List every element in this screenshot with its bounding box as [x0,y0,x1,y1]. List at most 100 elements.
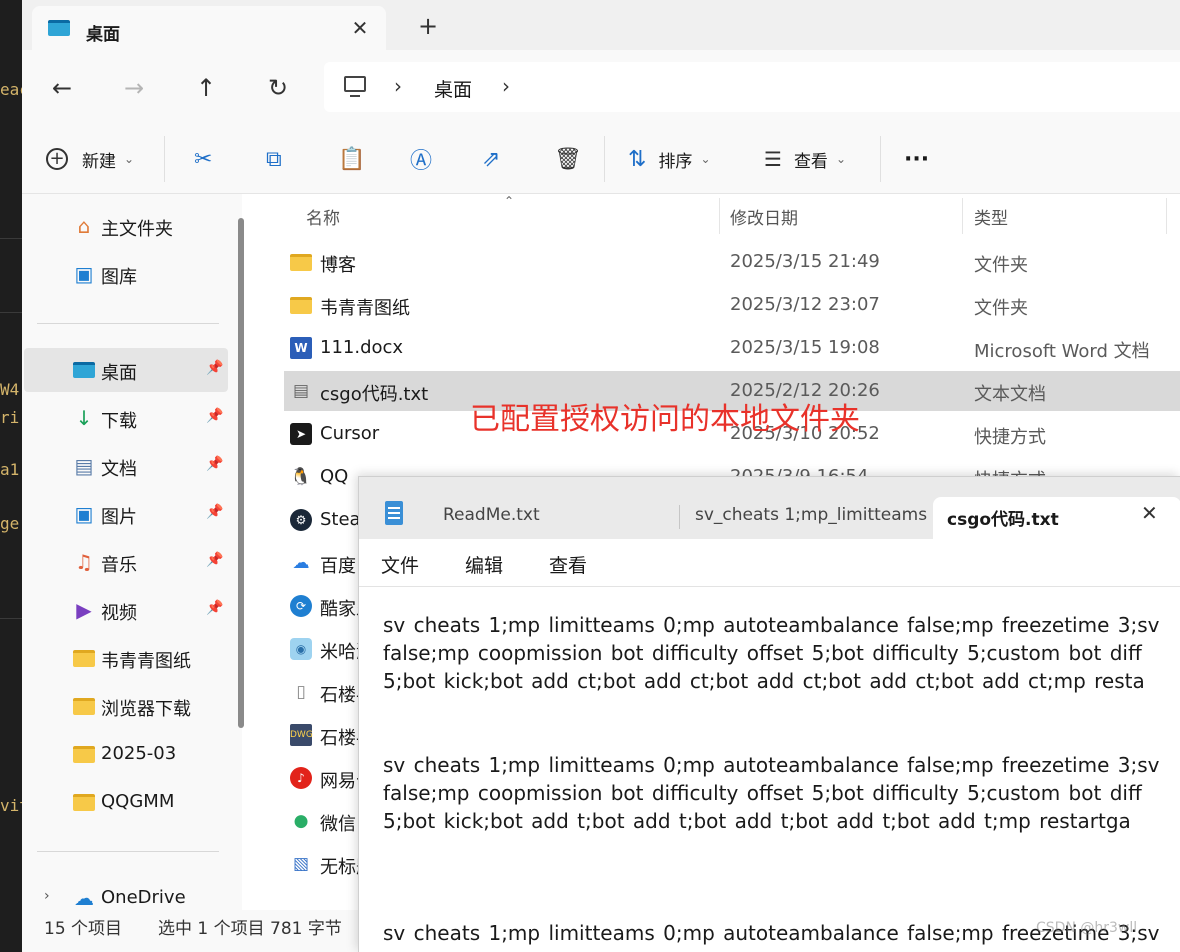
more-options-button[interactable]: ··· [904,144,929,174]
column-divider[interactable] [719,198,720,234]
bg-text: W4 [0,380,20,399]
share-button[interactable]: ⇗ [482,144,500,174]
tab-bar: 桌面 ✕ + [22,0,1180,50]
pin-icon[interactable]: 📌 [206,552,223,568]
cut-button[interactable]: ✂ [194,144,212,174]
item-count: 15 个项目 [44,919,123,939]
command-bar: + 新建 ⌄ ✂ ⧉ 📋 Ⓐ ⇗ 🗑 ⇅ 排序 ⌄ ☰ 查看 ⌄ ··· [22,124,1180,194]
folder-icon [72,791,96,813]
file-type: 文件夹 [974,255,1028,276]
watermark: CSDN @hr3wll [1036,920,1138,936]
column-divider[interactable] [962,198,963,234]
bg-divider [0,238,22,239]
sidebar-item-downloads[interactable]: ↓ 下载 📌 [24,396,228,440]
folder-icon [72,743,96,765]
file-name: 111.docx [320,337,404,358]
rename-button[interactable]: Ⓐ [410,144,432,174]
sidebar-item-folder[interactable]: QQGMM [24,780,228,824]
pin-icon[interactable]: 📌 [206,408,223,424]
column-header-name[interactable]: 名称 [306,204,340,229]
desktop-folder-icon [48,20,70,36]
new-label: 新建 [82,151,116,172]
chevron-down-icon: ⌄ [835,152,846,166]
sidebar-item-music[interactable]: ♫ 音乐 📌 [24,540,228,584]
file-name: QQ [320,466,349,487]
plus-circle-icon: + [46,148,68,170]
text-editor-area[interactable]: sv cheats 1;mp limitteams 0;mp autoteamb… [359,587,1180,952]
delete-button[interactable]: 🗑 [554,144,582,174]
file-row[interactable]: 博客 2025/3/15 21:49 文件夹 [284,242,1180,282]
tab-readme[interactable]: ReadMe.txt [443,497,673,539]
word-document-icon: W [290,337,312,359]
up-arrow-icon[interactable]: ↑ [190,72,222,104]
file-name: csgo代码.txt [320,384,429,405]
menu-file[interactable]: 文件 [381,551,419,578]
file-row[interactable]: 韦青青图纸 2025/3/12 23:07 文件夹 [284,285,1180,325]
column-header-date[interactable]: 修改日期 [730,204,798,229]
bg-text: eac [0,80,22,99]
address-bar[interactable]: › 桌面 › [324,62,1180,112]
refresh-icon[interactable]: ↻ [262,72,294,104]
column-divider[interactable] [1166,198,1167,234]
chevron-right-icon[interactable]: › [394,74,402,98]
file-row[interactable]: W 111.docx 2025/3/15 19:08 Microsoft Wor… [284,328,1180,368]
steam-icon: ⚙ [290,509,312,531]
sidebar-item-label: 图库 [101,267,137,288]
background-editor: eac W4 ri a1 ge vit [0,0,22,952]
sidebar-item-documents[interactable]: ▤ 文档 📌 [24,444,228,488]
folder-icon [290,251,312,273]
menu-edit[interactable]: 编辑 [465,551,503,578]
view-list-icon: ☰ [764,147,782,171]
back-arrow-icon[interactable]: ← [46,72,78,104]
tab-desktop[interactable]: 桌面 ✕ [32,6,386,50]
notepad-icon [385,501,403,525]
navigation-pane: ⌂ 主文件夹 ▣ 图库 桌面 📌 ↓ 下载 📌 ▤ 文档 📌 ▣ 图片 📌 ♫ … [22,194,242,910]
file-type: 文本文档 [974,384,1046,405]
cursor-app-icon: ➤ [290,423,312,445]
sidebar-item-label: 主文件夹 [101,219,173,240]
scissors-icon: ✂ [194,146,213,172]
forward-arrow-icon[interactable]: → [118,72,150,104]
column-header-type[interactable]: 类型 [974,204,1008,229]
navigation-bar: ← → ↑ ↻ › 桌面 › [22,50,1180,124]
view-button[interactable]: ☰ 查看 ⌄ [764,144,846,174]
close-tab-icon[interactable]: ✕ [348,16,372,40]
sidebar-scrollbar[interactable] [238,218,244,728]
rename-icon: Ⓐ [410,149,433,174]
sort-button[interactable]: ⇅ 排序 ⌄ [628,144,711,174]
sidebar-item-gallery[interactable]: ▣ 图库 [24,252,228,296]
pin-icon[interactable]: 📌 [206,360,223,376]
breadcrumb-desktop[interactable]: 桌面 [434,75,472,102]
sidebar-item-pictures[interactable]: ▣ 图片 📌 [24,492,228,536]
new-button[interactable]: + 新建 ⌄ [46,144,134,174]
sidebar-item-folder[interactable]: 韦青青图纸 [24,636,228,680]
sidebar-item-home[interactable]: ⌂ 主文件夹 [24,204,228,248]
sidebar-item-label: 浏览器下载 [101,699,191,720]
sidebar-item-videos[interactable]: ▶ 视频 📌 [24,588,228,632]
mihoyo-icon: ◉ [290,638,312,660]
tab-sv-cheats[interactable]: sv_cheats 1;mp_limitteams 0;r [695,497,927,539]
download-icon: ↓ [75,406,93,430]
close-tab-icon[interactable]: ✕ [1141,501,1158,525]
sidebar-item-folder[interactable]: 2025-03 [24,732,228,776]
sidebar-item-desktop[interactable]: 桌面 📌 [24,348,228,392]
pin-icon[interactable]: 📌 [206,600,223,616]
pin-icon[interactable]: 📌 [206,456,223,472]
file-name: 百度 [320,556,356,577]
file-date: 2025/3/12 23:07 [730,294,880,315]
file-date: 2025/3/15 19:08 [730,337,880,358]
view-label: 查看 [793,151,828,172]
menu-view[interactable]: 查看 [549,551,587,578]
bg-text: a1 [0,460,20,479]
paste-button[interactable]: 📋 [338,144,365,174]
chevron-right-icon[interactable]: › [502,74,510,98]
text-line: 5;bot kick;bot add ct;bot add ct;bot add… [383,669,1145,693]
chevron-right-icon[interactable]: › [44,888,50,904]
copy-button[interactable]: ⧉ [266,144,282,174]
toolbar-divider [604,136,605,182]
toolbar-divider [880,136,881,182]
bg-text: ge [0,514,20,533]
pin-icon[interactable]: 📌 [206,504,223,520]
new-tab-button[interactable]: + [414,12,442,40]
sidebar-item-folder[interactable]: 浏览器下载 [24,684,228,728]
